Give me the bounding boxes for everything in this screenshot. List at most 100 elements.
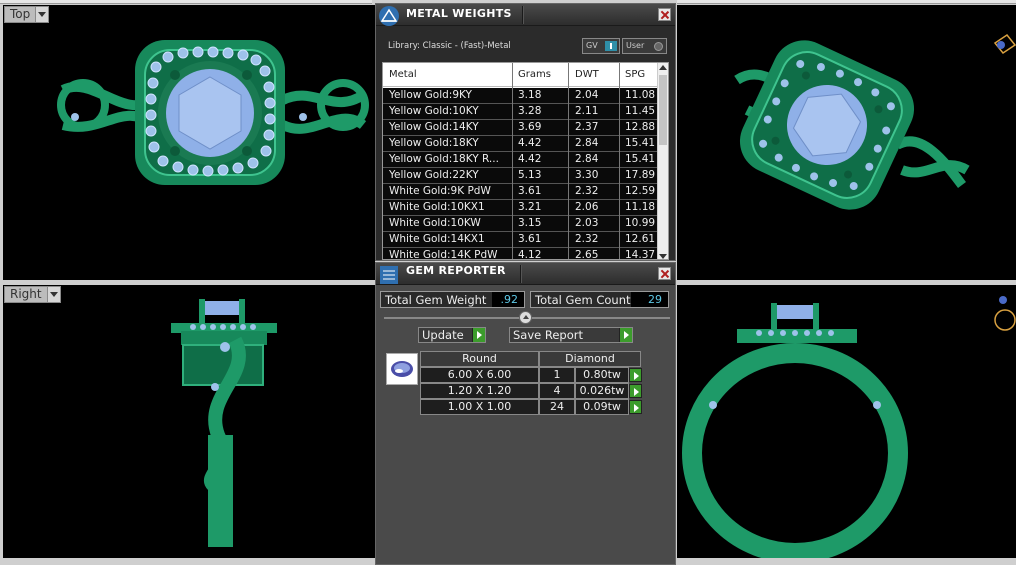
collapse-up-icon[interactable] xyxy=(519,311,532,324)
metal-name-cell: Yellow Gold:22KY xyxy=(389,169,479,181)
gem-size-cell: 1.20 X 1.20 xyxy=(420,383,539,399)
total-gem-weight-label: Total Gem Weight xyxy=(385,293,487,307)
dwt-cell: 2.06 xyxy=(575,201,599,213)
report-icon xyxy=(380,266,398,284)
viewport-label-text: Top xyxy=(4,6,37,23)
table-row[interactable]: White Gold:9K PdW 3.61 2.32 12.59 xyxy=(383,184,659,200)
play-icon[interactable] xyxy=(619,328,632,342)
gem-count-cell: 24 xyxy=(539,399,575,415)
metal-weights-titlebar[interactable]: METAL WEIGHTS xyxy=(376,4,675,26)
metal-weights-table[interactable]: Metal Grams DWT SPG Yellow Gold:9KY 3.18 2… xyxy=(382,62,669,260)
grams-cell: 3.15 xyxy=(518,217,542,229)
column-header-dwt[interactable]: DWT xyxy=(575,69,599,80)
grams-cell: 5.13 xyxy=(518,169,542,181)
metal-name-cell: Yellow Gold:18KY R... xyxy=(389,153,499,165)
column-header-spg[interactable]: SPG xyxy=(625,69,645,80)
metal-name-cell: Yellow Gold:14KY xyxy=(389,121,479,133)
metal-weights-panel: METAL WEIGHTS Library: Classic - (Fast)-… xyxy=(375,3,676,261)
table-row[interactable]: Yellow Gold:22KY 5.13 3.30 17.89 xyxy=(383,168,659,184)
table-row[interactable]: White Gold:14K PdW 4.12 2.65 14.37 xyxy=(383,248,659,260)
dwt-cell: 2.37 xyxy=(575,121,599,133)
metal-name-cell: White Gold:14K PdW xyxy=(389,249,498,260)
dwt-cell: 2.11 xyxy=(575,105,599,117)
table-row[interactable]: Yellow Gold:10KY 3.28 2.11 11.45 xyxy=(383,104,659,120)
grams-cell: 3.61 xyxy=(518,233,542,245)
dwt-cell: 2.32 xyxy=(575,233,599,245)
update-button[interactable]: Update xyxy=(418,327,486,343)
dwt-cell: 2.84 xyxy=(575,137,599,149)
table-header: Metal Grams DWT SPG xyxy=(383,63,659,87)
table-row[interactable]: Yellow Gold:18KY 4.42 2.84 15.41 xyxy=(383,136,659,152)
metal-name-cell: White Gold:9K PdW xyxy=(389,185,491,197)
vertical-scrollbar[interactable] xyxy=(657,63,668,259)
grams-cell: 3.69 xyxy=(518,121,542,133)
column-divider xyxy=(619,63,620,259)
viewport-right[interactable]: Right xyxy=(3,285,375,558)
metal-name-cell: White Gold:14KX1 xyxy=(389,233,485,245)
column-divider xyxy=(512,63,513,259)
viewport-perspective[interactable] xyxy=(677,5,1016,280)
app-window: Top Right METAL WEIGHTS Library: Classic… xyxy=(0,0,1016,565)
total-gem-count-label: Total Gem Count xyxy=(535,293,631,307)
grams-cell: 3.18 xyxy=(518,89,542,101)
total-gem-count-value: 29 xyxy=(631,292,668,307)
metal-name-cell: White Gold:10KW xyxy=(389,217,481,229)
chevron-down-icon[interactable] xyxy=(36,6,50,23)
gv-label: GV xyxy=(586,41,598,50)
dwt-cell: 2.04 xyxy=(575,89,599,101)
viewport-label-right[interactable]: Right xyxy=(4,286,61,303)
close-icon[interactable] xyxy=(658,8,671,21)
scroll-down-icon[interactable] xyxy=(659,254,667,259)
table-row[interactable]: White Gold:14KX1 3.61 2.32 12.61 xyxy=(383,232,659,248)
column-divider xyxy=(568,63,569,259)
table-row[interactable]: White Gold:10KW 3.15 2.03 10.99 xyxy=(383,216,659,232)
play-icon[interactable] xyxy=(472,328,485,342)
column-header-grams[interactable]: Grams xyxy=(518,69,551,80)
dwt-cell: 2.32 xyxy=(575,185,599,197)
close-icon[interactable] xyxy=(658,267,671,280)
gem-reporter-panel: GEM REPORTER Total Gem Weight .92 Total … xyxy=(375,262,676,565)
gem-reporter-titlebar[interactable]: GEM REPORTER xyxy=(376,263,675,285)
grams-cell: 3.21 xyxy=(518,201,542,213)
gv-toggle[interactable]: GV xyxy=(582,38,620,54)
panel-title: METAL WEIGHTS xyxy=(406,7,512,20)
table-row[interactable]: White Gold:10KX1 3.21 2.06 11.18 xyxy=(383,200,659,216)
viewport-front[interactable] xyxy=(677,285,1016,558)
viewport-label-top[interactable]: Top xyxy=(4,6,50,23)
user-label: User xyxy=(626,41,645,50)
metal-name-cell: Yellow Gold:18KY xyxy=(389,137,479,149)
scale-icon xyxy=(379,6,399,26)
metal-name-cell: Yellow Gold:10KY xyxy=(389,105,479,117)
library-label: Library: Classic - (Fast)-Metal xyxy=(388,41,511,51)
save-report-button[interactable]: Save Report xyxy=(509,327,633,343)
gem-count-cell: 4 xyxy=(539,383,575,399)
play-icon[interactable] xyxy=(629,400,642,414)
viewport-top[interactable]: Top xyxy=(3,5,375,280)
grams-cell: 4.42 xyxy=(518,137,542,149)
chevron-down-icon[interactable] xyxy=(47,286,61,303)
scroll-up-icon[interactable] xyxy=(659,65,667,70)
user-toggle[interactable]: User xyxy=(622,38,667,54)
metal-name-cell: White Gold:10KX1 xyxy=(389,201,485,213)
scroll-thumb[interactable] xyxy=(659,75,667,145)
metal-name-cell: Yellow Gold:9KY xyxy=(389,89,472,101)
table-row[interactable]: Yellow Gold:9KY 3.18 2.04 11.08 xyxy=(383,88,659,104)
ring-top-view xyxy=(57,40,369,185)
column-header-metal[interactable]: Metal xyxy=(389,69,417,80)
round-gem-icon xyxy=(386,353,418,385)
grams-cell: 4.42 xyxy=(518,153,542,165)
gem-size-cell: 1.00 X 1.00 xyxy=(420,399,539,415)
table-row[interactable]: Yellow Gold:14KY 3.69 2.37 12.88 xyxy=(383,120,659,136)
top-strip xyxy=(0,0,372,4)
gem-weight-cell: 0.09tw xyxy=(575,399,629,415)
table-row[interactable]: Yellow Gold:18KY R... 4.42 2.84 15.41 xyxy=(383,152,659,168)
play-icon[interactable] xyxy=(629,368,642,382)
panel-title: GEM REPORTER xyxy=(406,264,506,277)
gem-size-cell: 6.00 X 6.00 xyxy=(420,367,539,383)
ring-front-view xyxy=(682,296,1016,558)
dwt-cell: 3.30 xyxy=(575,169,599,181)
toggle-on-icon xyxy=(605,41,617,51)
total-gem-count: Total Gem Count 29 xyxy=(530,291,669,308)
play-icon[interactable] xyxy=(629,384,642,398)
shape-header: Round xyxy=(420,351,539,367)
